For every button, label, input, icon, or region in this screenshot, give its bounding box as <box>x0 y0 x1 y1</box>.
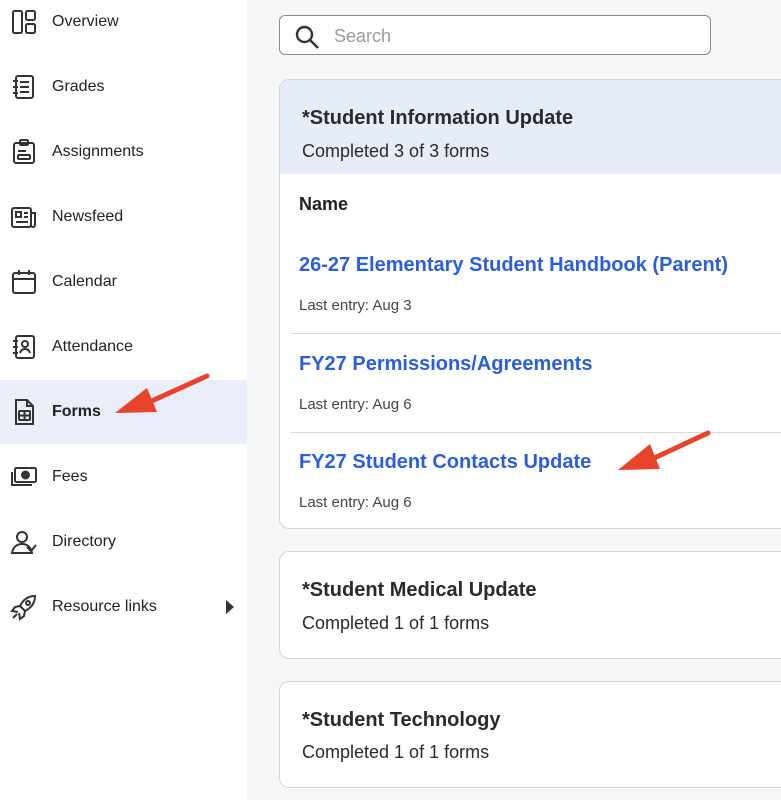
newspaper-icon <box>9 202 39 232</box>
form-row: FY27 Permissions/Agreements Last entry: … <box>291 334 781 433</box>
form-last-entry: Last entry: Aug 6 <box>299 396 412 413</box>
clipboard-icon <box>9 137 39 167</box>
sidebar-item-fees[interactable]: Fees <box>0 445 247 509</box>
form-group-card: *Student Information Update Completed 3 … <box>279 79 781 529</box>
card-title: *Student Information Update <box>302 107 574 129</box>
form-link[interactable]: FY27 Student Contacts Update <box>299 451 591 474</box>
sidebar-item-directory[interactable]: Directory <box>0 510 247 574</box>
sidebar-item-label: Overview <box>52 13 119 30</box>
search-box[interactable] <box>279 15 711 55</box>
contact-book-icon <box>9 332 39 362</box>
search-input[interactable] <box>332 20 696 52</box>
card-subtitle: Completed 1 of 1 forms <box>302 742 490 762</box>
sidebar-item-overview[interactable]: Overview <box>0 0 247 54</box>
expand-arrow-icon[interactable] <box>226 600 234 614</box>
people-icon <box>9 527 39 557</box>
sidebar-item-label: Newsfeed <box>52 208 124 225</box>
sidebar-item-label: Forms <box>52 403 101 420</box>
form-last-entry: Last entry: Aug 3 <box>299 297 412 314</box>
card-subtitle: Completed 1 of 1 forms <box>302 613 490 633</box>
sidebar-item-label: Calendar <box>52 273 117 290</box>
card-title: *Student Technology <box>302 709 501 731</box>
card-subtitle: Completed 3 of 3 forms <box>302 141 490 161</box>
gradebook-icon <box>9 72 39 102</box>
sidebar-item-label: Assignments <box>52 143 144 160</box>
sidebar-item-newsfeed[interactable]: Newsfeed <box>0 185 247 249</box>
sidebar-item-resource-links[interactable]: Resource links <box>0 575 247 639</box>
cash-icon <box>9 462 39 492</box>
form-group-card[interactable]: *Student Medical Update Completed 1 of 1… <box>279 551 781 659</box>
rocket-icon <box>9 592 39 622</box>
sidebar-item-grades[interactable]: Grades <box>0 55 247 119</box>
sidebar-item-calendar[interactable]: Calendar <box>0 250 247 314</box>
sidebar: Overview Grades Assignments Newsfeed Cal… <box>0 0 247 800</box>
form-last-entry: Last entry: Aug 6 <box>299 494 412 511</box>
form-link[interactable]: FY27 Permissions/Agreements <box>299 353 592 376</box>
sidebar-item-label: Grades <box>52 78 105 95</box>
sidebar-item-label: Directory <box>52 533 117 550</box>
sidebar-item-label: Resource links <box>52 598 157 615</box>
card-title: *Student Medical Update <box>302 579 537 601</box>
card-header: *Student Information Update Completed 3 … <box>280 80 781 174</box>
search-icon <box>295 25 319 49</box>
form-link[interactable]: 26-27 Elementary Student Handbook (Paren… <box>299 254 728 277</box>
form-document-icon <box>9 397 39 427</box>
sidebar-item-label: Fees <box>52 468 88 485</box>
overview-icon <box>9 7 39 37</box>
sidebar-item-assignments[interactable]: Assignments <box>0 120 247 184</box>
form-group-card[interactable]: *Student Technology Completed 1 of 1 for… <box>279 681 781 788</box>
column-header-name: Name <box>299 194 349 214</box>
sidebar-item-attendance[interactable]: Attendance <box>0 315 247 379</box>
form-row: FY27 Student Contacts Update Last entry:… <box>291 432 781 528</box>
sidebar-item-label: Attendance <box>52 338 133 355</box>
form-row: 26-27 Elementary Student Handbook (Paren… <box>291 235 781 334</box>
calendar-icon <box>9 267 39 297</box>
sidebar-item-forms[interactable]: Forms <box>0 380 247 444</box>
main-content: *Student Information Update Completed 3 … <box>247 0 781 800</box>
